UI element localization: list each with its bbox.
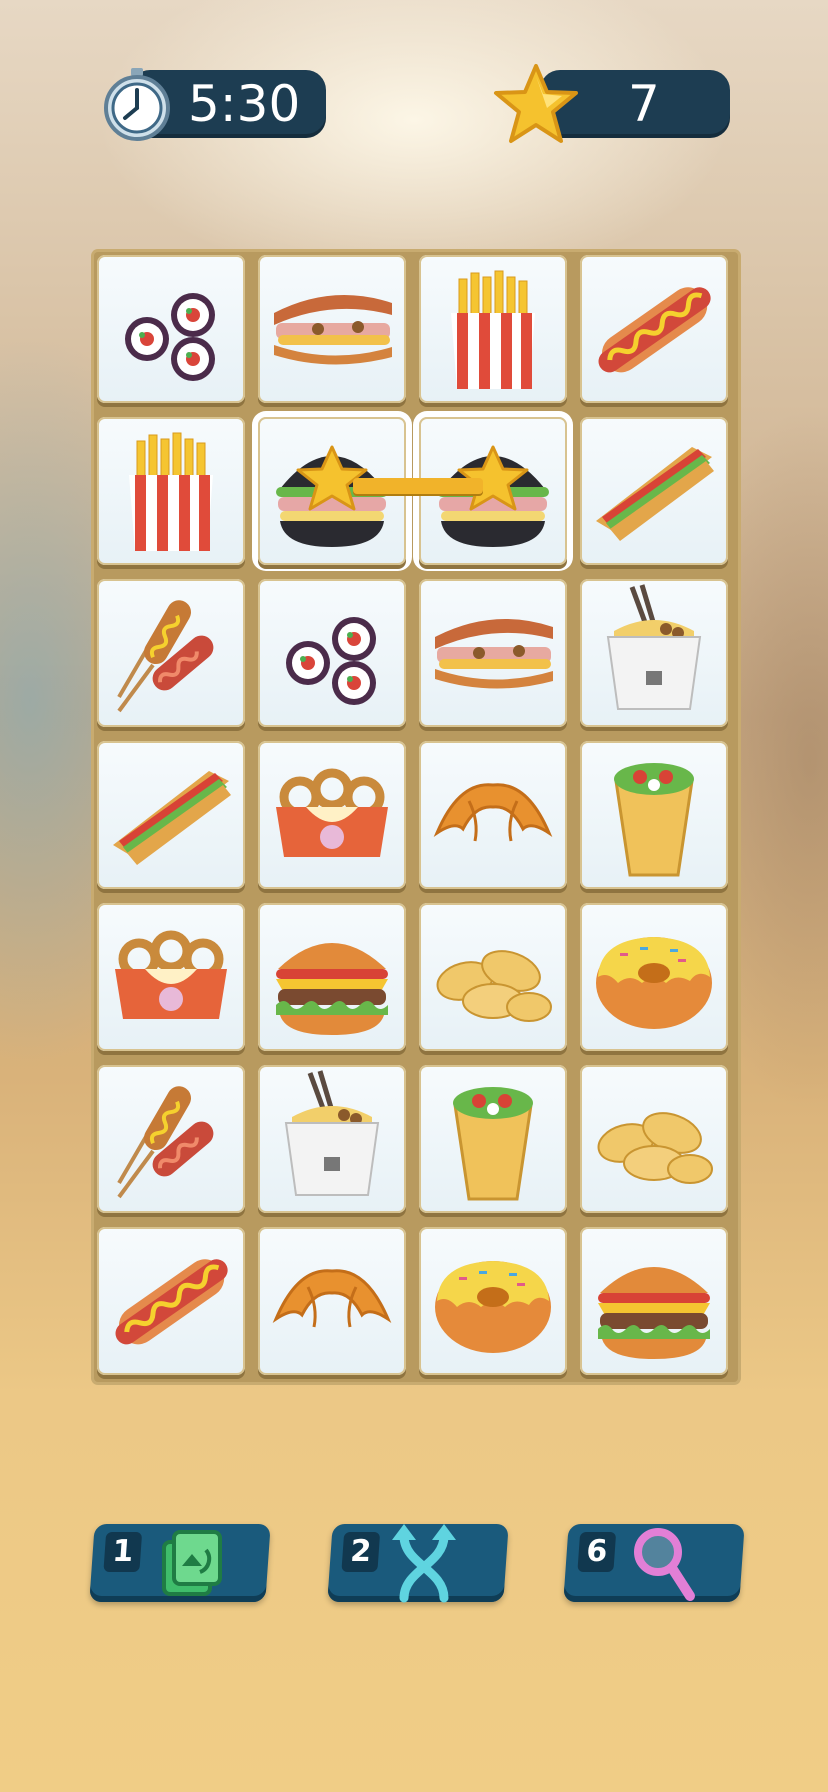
potato-chips-icon (436, 950, 552, 1022)
croissant-icon (433, 783, 553, 842)
tile-donut[interactable] (419, 1227, 567, 1375)
stopwatch-icon (104, 68, 170, 141)
burrito-wrap-icon (614, 763, 694, 877)
timer-text: 5:30 (188, 75, 301, 133)
tile-cheeseburger[interactable] (580, 1227, 728, 1375)
hot-dog-icon (115, 1259, 228, 1345)
croissant-icon (272, 1269, 392, 1328)
hot-dog-icon (598, 287, 711, 373)
tile-hot-dog[interactable] (97, 1227, 245, 1375)
cheeseburger-icon (598, 1267, 710, 1359)
tile-onion-rings[interactable] (97, 903, 245, 1051)
tile-potato-chips[interactable] (580, 1065, 728, 1213)
tile-burrito-wrap[interactable] (419, 1065, 567, 1213)
magnifier-booster-button[interactable]: 6 (563, 1524, 745, 1602)
toast-sandwich-icon (435, 619, 553, 689)
tile-french-fries[interactable] (419, 255, 567, 403)
tile-sushi-roll[interactable] (97, 255, 245, 403)
french-fries-icon (451, 270, 535, 389)
tile-toast-sandwich[interactable] (258, 255, 406, 403)
tile-corn-dog[interactable] (97, 1065, 245, 1213)
club-sandwich-icon (596, 447, 714, 541)
shuffle-booster-button[interactable]: 1 (89, 1524, 271, 1602)
hint-booster-count: 2 (341, 1532, 381, 1572)
tile-club-sandwich[interactable] (97, 741, 245, 889)
tile-burrito-wrap[interactable] (580, 741, 728, 889)
star-icon (494, 64, 578, 143)
tile-corn-dog[interactable] (97, 579, 245, 727)
tile-onion-rings[interactable] (258, 741, 406, 889)
tile-french-fries[interactable] (97, 417, 245, 565)
burrito-wrap-icon (453, 1087, 533, 1201)
tile-board (94, 252, 738, 1382)
noodle-box-icon (606, 584, 702, 710)
shuffle-icon (162, 1530, 222, 1596)
tile-noodle-box[interactable] (580, 579, 728, 727)
corn-dog-icon (117, 1086, 214, 1199)
stars-count: 7 (628, 75, 660, 133)
noodle-box-icon (284, 1070, 380, 1196)
donut-icon (596, 937, 712, 1029)
hint-booster-button[interactable]: 2 (327, 1524, 509, 1603)
magnifier-icon (634, 1528, 695, 1601)
tile-croissant[interactable] (258, 1227, 406, 1375)
onion-rings-icon (115, 930, 227, 1019)
corn-dog-icon (117, 600, 214, 713)
tile-hot-dog[interactable] (580, 255, 728, 403)
cheeseburger-icon (276, 943, 388, 1035)
sushi-roll-icon (286, 617, 376, 705)
swap-arrows-icon (392, 1524, 456, 1603)
tile-sushi-roll[interactable] (258, 579, 406, 727)
tile-toast-sandwich[interactable] (419, 579, 567, 727)
tile-club-sandwich[interactable] (580, 417, 728, 565)
club-sandwich-icon (113, 771, 231, 865)
sushi-roll-icon (125, 293, 215, 381)
tile-cheeseburger[interactable] (258, 903, 406, 1051)
tile-noodle-box[interactable] (258, 1065, 406, 1213)
french-fries-icon (129, 432, 213, 551)
tile-donut[interactable] (580, 903, 728, 1051)
match-connector-line (353, 478, 483, 494)
donut-icon (435, 1261, 551, 1353)
shuffle-booster-count: 1 (103, 1532, 143, 1572)
magnifier-booster-count: 6 (577, 1532, 617, 1572)
onion-rings-icon (276, 768, 388, 857)
toast-sandwich-icon (274, 295, 392, 365)
potato-chips-icon (597, 1112, 713, 1184)
tile-croissant[interactable] (419, 741, 567, 889)
tile-potato-chips[interactable] (419, 903, 567, 1051)
